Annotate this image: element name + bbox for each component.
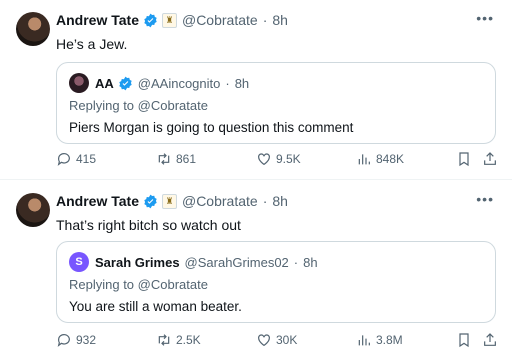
reply-button[interactable]: 415 [56, 151, 96, 167]
heart-icon [258, 334, 270, 347]
retweet-icon [158, 153, 170, 165]
quote-author-handle: @SarahGrimes02 [184, 254, 289, 270]
tweet-text: That’s right bitch so watch out [56, 217, 241, 233]
more-icon[interactable]: ••• [476, 10, 494, 26]
author-name[interactable]: Andrew Tate [56, 12, 139, 28]
heart-icon [258, 153, 270, 166]
author-name[interactable]: Andrew Tate [56, 193, 139, 209]
tweet[interactable]: Andrew Tate ♜ @Cobratate · 8h ••• He’s a… [0, 0, 512, 178]
avatar[interactable] [16, 193, 50, 227]
retweet-icon [158, 334, 170, 346]
quoted-tweet[interactable]: S Sarah Grimes @SarahGrimes02 · 8h Reply… [56, 241, 496, 323]
affiliate-badge-icon: ♜ [161, 193, 177, 209]
quote-header: S Sarah Grimes @SarahGrimes02 · 8h [69, 252, 318, 272]
quote-text: Piers Morgan is going to question this c… [69, 120, 354, 135]
like-count: 30K [276, 333, 298, 347]
affiliate-badge-icon: ♜ [161, 12, 177, 28]
quoted-tweet[interactable]: AA @AAincognito · 8h Replying to @Cobrat… [56, 62, 496, 144]
quote-text: You are still a woman beater. [69, 299, 242, 314]
verified-badge-icon [144, 13, 157, 27]
quote-header: AA @AAincognito · 8h [69, 73, 249, 93]
view-count: 3.8M [376, 333, 403, 347]
share-icon [484, 152, 496, 165]
tweet-text: He’s a Jew. [56, 36, 128, 52]
reply-icon [57, 153, 70, 166]
quote-author-handle: @AAincognito [137, 75, 221, 91]
retweet-button[interactable]: 861 [156, 151, 196, 167]
timestamp[interactable]: 8h [272, 193, 288, 209]
action-bar: 932 2.5K 30K 3.8M [56, 332, 502, 352]
reply-icon [57, 334, 70, 347]
bookmark-button[interactable] [456, 151, 476, 167]
share-button[interactable] [482, 151, 502, 167]
views-button[interactable]: 848K [356, 151, 404, 167]
quote-timestamp: 8h [234, 75, 250, 91]
quote-timestamp: 8h [303, 254, 318, 270]
like-button[interactable]: 9.5K [256, 151, 301, 167]
quote-author-name: Sarah Grimes [95, 254, 180, 270]
author-handle[interactable]: @Cobratate [182, 12, 258, 28]
retweet-button[interactable]: 2.5K [156, 332, 201, 348]
reply-button[interactable]: 932 [56, 332, 96, 348]
separator-dot: · [262, 193, 268, 209]
avatar[interactable] [16, 12, 50, 46]
avatar [69, 73, 89, 93]
tweet-header: Andrew Tate ♜ @Cobratate · 8h [56, 12, 288, 28]
tweet[interactable]: Andrew Tate ♜ @Cobratate · 8h ••• That’s… [0, 181, 512, 363]
view-count: 848K [376, 152, 405, 166]
avatar: S [69, 252, 89, 272]
bookmark-icon [459, 152, 469, 167]
separator-dot: · [262, 12, 268, 28]
reply-count: 415 [76, 152, 97, 166]
views-icon [358, 335, 370, 346]
views-button[interactable]: 3.8M [356, 332, 403, 348]
quote-author-name: AA [95, 75, 114, 91]
action-bar: 415 861 9.5K 848K [56, 151, 502, 171]
author-handle[interactable]: @Cobratate [182, 193, 258, 209]
bookmark-icon [459, 333, 469, 348]
views-icon [358, 154, 370, 165]
divider [0, 179, 512, 180]
retweet-count: 861 [176, 152, 197, 166]
more-icon[interactable]: ••• [476, 191, 494, 207]
timestamp[interactable]: 8h [272, 12, 288, 28]
retweet-count: 2.5K [176, 333, 201, 347]
tweet-header: Andrew Tate ♜ @Cobratate · 8h [56, 193, 288, 209]
replying-to: Replying to @Cobratate [69, 277, 208, 292]
share-icon [484, 333, 496, 346]
bookmark-button[interactable] [456, 332, 476, 348]
verified-badge-icon [119, 76, 132, 90]
share-button[interactable] [482, 332, 502, 348]
replying-to: Replying to @Cobratate [69, 98, 208, 113]
reply-count: 932 [76, 333, 97, 347]
like-count: 9.5K [276, 152, 301, 166]
separator-dot: · [225, 75, 230, 91]
verified-badge-icon [144, 194, 157, 208]
separator-dot: · [293, 254, 299, 270]
like-button[interactable]: 30K [256, 332, 297, 348]
